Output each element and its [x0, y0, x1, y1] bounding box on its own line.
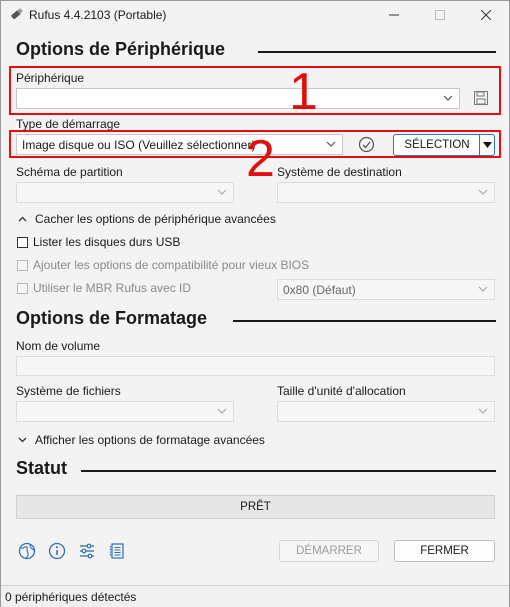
chevron-down-icon: [217, 408, 227, 414]
device-advanced-toggle-label: Cacher les options de périphérique avanc…: [35, 212, 276, 226]
globe-icon: [18, 542, 36, 560]
language-button[interactable]: [17, 541, 37, 561]
device-options-heading: Options de Périphérique: [16, 39, 226, 59]
cluster-size-label: Taille d'unité d'allocation: [277, 384, 406, 398]
mbr-id-dropdown[interactable]: 0x80 (Défaut): [277, 279, 495, 300]
annotation-number-1: 1: [289, 63, 318, 121]
chevron-down-icon: [18, 437, 27, 443]
rufus-mbr-checkbox[interactable]: Utiliser le MBR Rufus avec ID: [17, 281, 191, 295]
chevron-down-icon: [478, 189, 488, 195]
filesystem-label: Système de fichiers: [16, 384, 121, 398]
list-usb-label: Lister les disques durs USB: [33, 235, 181, 249]
title-bar: Rufus 4.4.2103 (Portable): [1, 1, 509, 29]
settings-button[interactable]: [77, 541, 97, 561]
status-bar-text: 0 périphériques détectés: [5, 590, 137, 604]
format-advanced-toggle[interactable]: Afficher les options de formatage avancé…: [18, 433, 265, 447]
start-button[interactable]: DÉMARRER: [279, 540, 379, 562]
log-icon: [109, 543, 124, 559]
filesystem-dropdown[interactable]: [16, 401, 234, 422]
cluster-size-dropdown[interactable]: [277, 401, 495, 422]
chevron-down-icon: [478, 408, 488, 414]
rufus-window: Rufus 4.4.2103 (Portable) Options de Pér…: [0, 0, 510, 607]
info-icon: [48, 542, 66, 560]
section-divider: [258, 51, 496, 53]
format-options-heading: Options de Formatage: [16, 308, 208, 328]
annotation-box-1: [9, 66, 501, 115]
boot-type-label: Type de démarrage: [16, 117, 121, 131]
section-divider: [81, 470, 496, 472]
annotation-number-2: 2: [246, 130, 275, 188]
status-heading: Statut: [16, 458, 67, 478]
chevron-down-icon: [217, 189, 227, 195]
close-window-button[interactable]: [463, 1, 509, 29]
list-usb-checkbox[interactable]: Lister les disques durs USB: [17, 235, 180, 249]
target-system-dropdown[interactable]: [277, 182, 495, 203]
mbr-id-value: 0x80 (Défaut): [283, 283, 356, 297]
bios-compat-label: Ajouter les options de compatibilité pou…: [33, 258, 310, 272]
format-advanced-toggle-label: Afficher les options de formatage avancé…: [35, 433, 265, 447]
progress-text: PRÊT: [240, 501, 271, 513]
volume-label-label: Nom de volume: [16, 339, 101, 353]
about-button[interactable]: [47, 541, 67, 561]
close-button[interactable]: FERMER: [394, 540, 495, 562]
close-icon: [481, 10, 491, 20]
device-advanced-toggle[interactable]: Cacher les options de périphérique avanc…: [18, 212, 276, 226]
checkbox-box: [17, 259, 28, 271]
section-divider: [233, 320, 496, 322]
minimize-icon: [389, 14, 399, 16]
partition-scheme-label: Schéma de partition: [16, 165, 123, 179]
maximize-icon: [435, 10, 445, 20]
progress-bar: PRÊT: [16, 495, 495, 519]
checkbox-box: [17, 282, 28, 294]
partition-scheme-dropdown[interactable]: [16, 182, 234, 203]
checkbox-box: [17, 236, 28, 248]
status-bar: 0 périphériques détectés: [1, 585, 509, 607]
maximize-button[interactable]: [417, 1, 463, 29]
bios-compat-checkbox[interactable]: Ajouter les options de compatibilité pou…: [17, 258, 309, 272]
log-button[interactable]: [107, 541, 127, 561]
sliders-icon: [80, 543, 94, 559]
chevron-down-icon: [478, 286, 488, 292]
rufus-app-icon: [11, 8, 23, 20]
minimize-button[interactable]: [371, 1, 417, 29]
target-system-label: Système de destination: [277, 165, 402, 179]
window-title: Rufus 4.4.2103 (Portable): [29, 8, 167, 22]
rufus-mbr-label: Utiliser le MBR Rufus avec ID: [33, 281, 192, 295]
chevron-up-icon: [18, 216, 27, 222]
volume-label-input[interactable]: [16, 356, 495, 376]
